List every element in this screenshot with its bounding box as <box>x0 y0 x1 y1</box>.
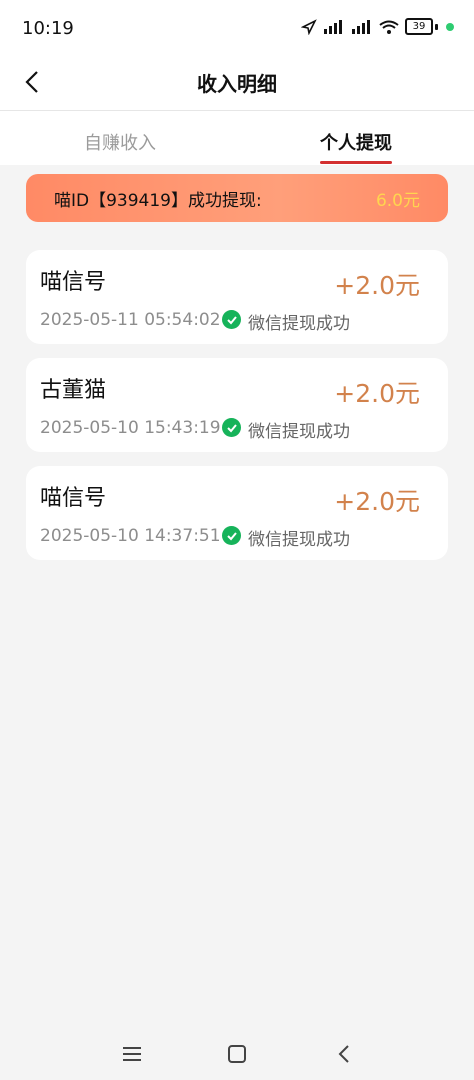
page-title: 收入明细 <box>197 72 277 96</box>
item-time: 2025-05-10 14:37:51 <box>40 526 221 546</box>
menu-icon <box>123 1047 141 1061</box>
back-icon <box>338 1045 349 1063</box>
home-button[interactable] <box>223 1042 251 1066</box>
wifi-icon <box>379 20 399 34</box>
item-status: 微信提现成功 <box>248 530 350 550</box>
banner-text: 喵ID【939419】成功提现: <box>54 190 262 211</box>
item-name: 喵信号 <box>40 270 107 295</box>
item-time: 2025-05-11 05:54:02 <box>40 310 221 330</box>
check-icon <box>222 310 241 329</box>
status-icons: 39 <box>301 18 454 35</box>
item-status: 微信提现成功 <box>248 422 350 442</box>
signal-icon <box>324 19 342 34</box>
tab-active-indicator <box>320 161 392 164</box>
withdraw-banner: 喵ID【939419】成功提现: 6.0元 <box>26 174 448 222</box>
tab-withdrawal[interactable]: 个人提现 <box>320 129 392 155</box>
battery-icon: 39 <box>405 18 433 35</box>
list-item: 喵信号 +2.0元 2025-05-10 14:37:51 微信提现成功 <box>26 466 448 560</box>
item-amount: +2.0元 <box>334 271 420 300</box>
notification-dot <box>446 22 454 31</box>
tab-self-earned[interactable]: 自赚收入 <box>84 129 156 155</box>
list-item: 古董猫 +2.0元 2025-05-10 15:43:19 微信提现成功 <box>26 358 448 452</box>
item-status: 微信提现成功 <box>248 314 350 334</box>
status-bar: 10:19 39 <box>0 0 474 60</box>
item-name: 喵信号 <box>40 486 107 511</box>
nav-bar: 收入明细 <box>0 60 474 111</box>
signal-icon-2 <box>352 19 370 34</box>
withdraw-list: 喵信号 +2.0元 2025-05-11 05:54:02 微信提现成功 古董猫… <box>26 250 448 574</box>
item-amount: +2.0元 <box>334 379 420 408</box>
home-icon <box>228 1045 246 1063</box>
recent-apps-button[interactable] <box>118 1042 146 1066</box>
system-back-button[interactable] <box>330 1042 358 1066</box>
status-time: 10:19 <box>22 18 74 39</box>
tab-bar: 自赚收入 个人提现 <box>0 111 474 165</box>
item-name: 古董猫 <box>40 378 107 403</box>
system-nav-bar <box>0 1030 474 1080</box>
check-icon <box>222 526 241 545</box>
battery-tip <box>435 23 438 30</box>
check-icon <box>222 418 241 437</box>
location-icon <box>301 18 317 35</box>
item-amount: +2.0元 <box>334 487 420 516</box>
item-time: 2025-05-10 15:43:19 <box>40 418 221 438</box>
banner-amount: 6.0元 <box>375 190 420 211</box>
list-item: 喵信号 +2.0元 2025-05-11 05:54:02 微信提现成功 <box>26 250 448 344</box>
